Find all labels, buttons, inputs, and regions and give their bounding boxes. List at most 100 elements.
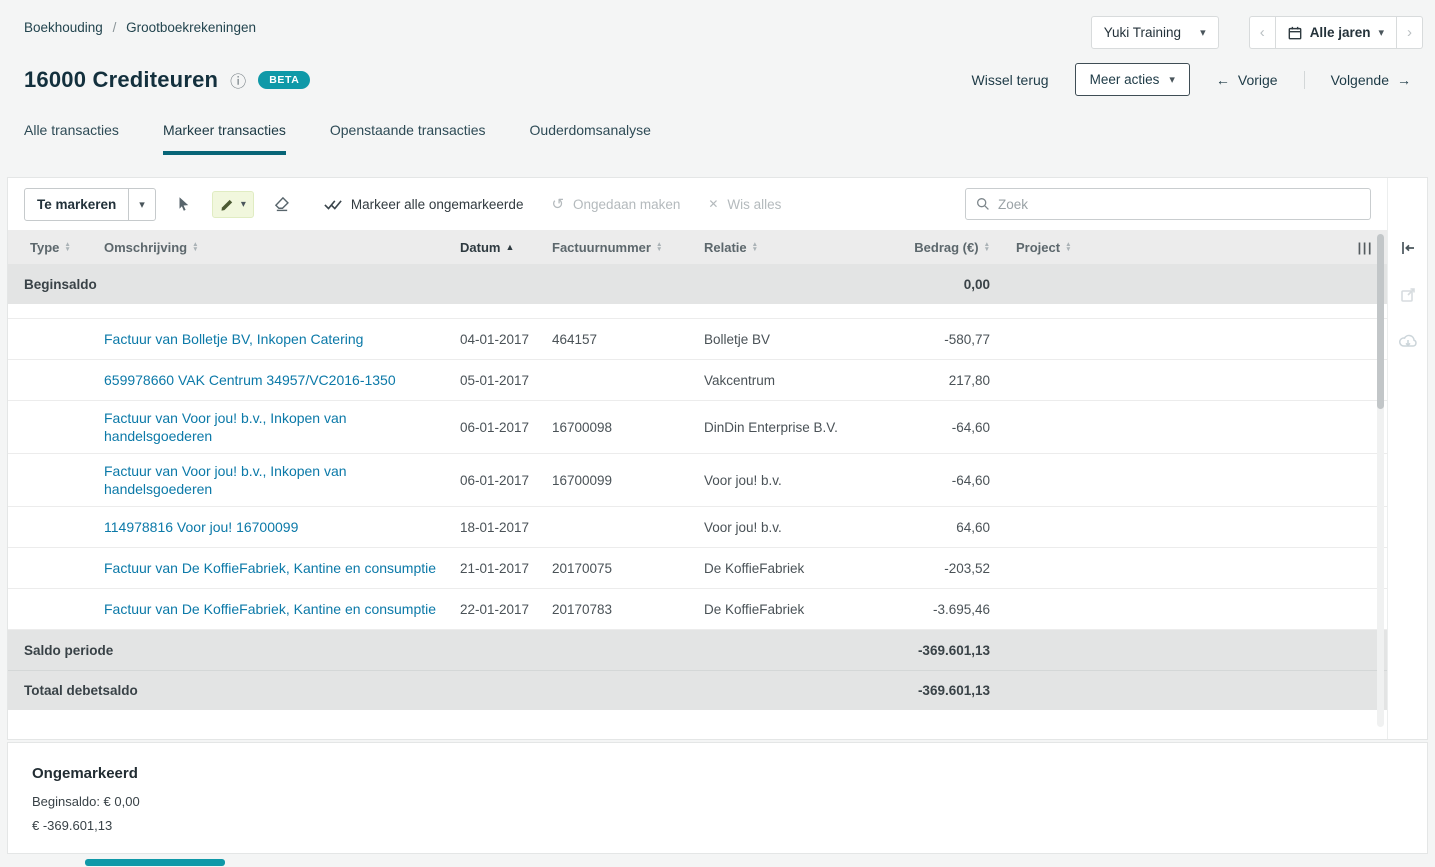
page-title: 16000 Crediteuren [24, 66, 219, 92]
saldo-periode-label: Saldo periode [24, 642, 114, 658]
sort-icon: ▲ ▼ [192, 241, 199, 253]
unmarked-summary-panel: Ongemarkeerd Beginsaldo: € 0,00 € -369.6… [7, 742, 1428, 854]
column-header-datum[interactable]: Datum ▲ [452, 240, 544, 255]
breadcrumb-link-grootboekrekeningen[interactable]: Grootboekrekeningen [126, 20, 256, 35]
undo-icon: ↺ [551, 195, 565, 213]
beginsaldo-label: Beginsaldo [24, 276, 97, 292]
year-navigation: ‹ Alle jaren ▾ › [1248, 16, 1423, 49]
cloud-download-icon [1398, 334, 1417, 347]
tab-alle-transacties[interactable]: Alle transacties [24, 122, 119, 155]
table-footer: Saldo periode -369.601,13 Totaal debetsa… [8, 630, 1387, 710]
summary-total: € -369.601,13 [32, 818, 113, 833]
breadcrumb-separator: / [112, 20, 117, 35]
arrow-right-icon: → [1397, 71, 1411, 88]
vorige-button[interactable]: ← Vorige [1216, 72, 1278, 88]
transaction-link[interactable]: Factuur van Voor jou! b.v., Inkopen van … [104, 463, 347, 497]
markeer-alle-button[interactable]: Markeer alle ongemarkeerde [324, 197, 523, 212]
transaction-link[interactable]: Factuur van De KoffieFabriek, Kantine en… [104, 560, 436, 576]
collapse-left-icon [1401, 242, 1414, 254]
table-row[interactable]: Factuur van De KoffieFabriek, Kantine en… [8, 548, 1387, 589]
beginsaldo-row: Beginsaldo 0,00 [8, 264, 1387, 304]
column-header-project[interactable]: Project ▲ ▼ [998, 240, 1343, 255]
totaal-debetsaldo-label: Totaal debetsaldo [24, 683, 138, 698]
pen-icon [221, 199, 233, 211]
table-row[interactable]: Factuur van Voor jou! b.v., Inkopen van … [8, 454, 1387, 507]
mode-dropdown[interactable]: Te markeren ▾ [24, 187, 156, 221]
chevron-down-icon: ▾ [1169, 74, 1175, 86]
chevron-down-icon: ▾ [240, 198, 246, 210]
vertical-scrollbar[interactable] [1377, 234, 1384, 727]
year-next-button[interactable]: › [1397, 16, 1423, 49]
table-row[interactable]: 114978816 Voor jou! 16700099 18-01-2017 … [8, 507, 1387, 548]
year-filter-button[interactable]: Alle jaren ▾ [1274, 16, 1397, 49]
sort-icon: ▲ ▼ [983, 241, 990, 253]
cursor-icon [179, 197, 189, 211]
calendar-icon [1288, 26, 1302, 39]
column-header-type[interactable]: Type ▲ ▼ [8, 240, 96, 255]
totaal-debetsaldo-amount: -369.601,13 [917, 683, 990, 698]
tab-markeer-transacties[interactable]: Markeer transacties [162, 122, 286, 155]
pen-tool-button[interactable]: ▾ [211, 190, 254, 218]
volgende-button[interactable]: Volgende → [1331, 72, 1411, 88]
search-icon [977, 198, 989, 210]
sort-icon: ▲ ▼ [64, 241, 71, 253]
header-row: 16000 Crediteuren ⓘ BETA Wissel terug Me… [0, 49, 1435, 96]
search-input[interactable] [998, 196, 1360, 212]
scrollbar-thumb[interactable] [1377, 234, 1384, 409]
table-header: Type ▲ ▼ Omschrijving ▲ ▼ Datum ▲ Factuurnumm… [8, 230, 1387, 264]
edit-export-icon [1400, 288, 1415, 302]
mark-toolbar: Te markeren ▾ ▾ Markeer alle ongemarkeer… [8, 178, 1387, 230]
table-row[interactable]: Factuur van Voor jou! b.v., Inkopen van … [8, 401, 1387, 454]
info-icon[interactable]: ⓘ [230, 68, 246, 92]
transaction-link[interactable]: Factuur van Bolletje BV, Inkopen Caterin… [104, 331, 363, 347]
horizontal-scrollbar-thumb[interactable] [85, 859, 225, 866]
transaction-link[interactable]: 659978660 VAK Centrum 34957/VC2016-1350 [104, 372, 396, 388]
chevron-left-icon: ‹ [1259, 23, 1265, 41]
wis-alles-button[interactable]: ✕ Wis alles [708, 197, 781, 212]
column-header-factuurnummer[interactable]: Factuurnummer ▲ ▼ [544, 240, 696, 255]
column-header-bedrag[interactable]: Bedrag (€) ▲ ▼ [886, 240, 998, 255]
chevron-down-icon: ▾ [139, 198, 145, 211]
sort-icon: ▲ ▼ [751, 241, 759, 253]
wissel-terug-link[interactable]: Wissel terug [972, 72, 1049, 88]
company-name: Yuki Training [1103, 25, 1181, 40]
download-button[interactable] [1398, 334, 1417, 353]
company-selector[interactable]: Yuki Training ▾ [1090, 16, 1219, 49]
double-check-icon [324, 199, 342, 210]
column-header-relatie[interactable]: Relatie ▲ ▼ [696, 240, 886, 255]
tab-ouderdomsanalyse[interactable]: Ouderdomsanalyse [530, 122, 651, 155]
transactions-panel: Te markeren ▾ ▾ Markeer alle ongemarkeer… [7, 177, 1428, 740]
chevron-down-icon: ▾ [1378, 27, 1384, 39]
table-row[interactable]: Factuur van De KoffieFabriek, Kantine en… [8, 589, 1387, 630]
spacer [8, 304, 1387, 318]
table-row[interactable]: Factuur van Bolletje BV, Inkopen Caterin… [8, 319, 1387, 360]
cursor-tool-button[interactable] [170, 191, 198, 217]
transaction-link[interactable]: Factuur van Voor jou! b.v., Inkopen van … [104, 410, 347, 444]
saldo-periode-amount: -369.601,13 [917, 642, 990, 658]
ongedaan-maken-button[interactable]: ↺ Ongedaan maken [551, 197, 680, 212]
breadcrumb: Boekhouding / Grootboekrekeningen [24, 16, 256, 35]
tab-bar: Alle transacties Markeer transacties Ope… [0, 96, 1435, 155]
search-box [965, 188, 1371, 220]
top-bar: Boekhouding / Grootboekrekeningen Yuki T… [0, 0, 1435, 49]
meer-acties-button[interactable]: Meer acties ▾ [1074, 63, 1190, 96]
eraser-tool-button[interactable] [268, 191, 296, 217]
transaction-link[interactable]: Factuur van De KoffieFabriek, Kantine en… [104, 601, 436, 617]
divider [1303, 70, 1305, 89]
sort-asc-icon: ▲ [505, 242, 515, 252]
collapse-panel-button[interactable] [1400, 240, 1416, 261]
tab-openstaande-transacties[interactable]: Openstaande transacties [330, 122, 486, 155]
right-icon-rail [1387, 178, 1427, 739]
summary-beginsaldo: Beginsaldo: € 0,00 [32, 794, 140, 809]
table-row[interactable]: 659978660 VAK Centrum 34957/VC2016-1350 … [8, 360, 1387, 401]
export-button[interactable] [1400, 287, 1416, 308]
arrow-left-icon: ← [1215, 71, 1230, 88]
chevron-right-icon: › [1407, 23, 1412, 41]
breadcrumb-link-boekhouding[interactable]: Boekhouding [24, 20, 103, 35]
year-filter-value: Alle jaren [1309, 25, 1371, 40]
column-header-omschrijving[interactable]: Omschrijving ▲ ▼ [96, 240, 452, 255]
beginsaldo-amount: 0,00 [963, 276, 990, 292]
transaction-link[interactable]: 114978816 Voor jou! 16700099 [104, 519, 298, 535]
sort-icon: ▲ ▼ [1065, 241, 1072, 253]
year-prev-button[interactable]: ‹ [1248, 16, 1275, 49]
